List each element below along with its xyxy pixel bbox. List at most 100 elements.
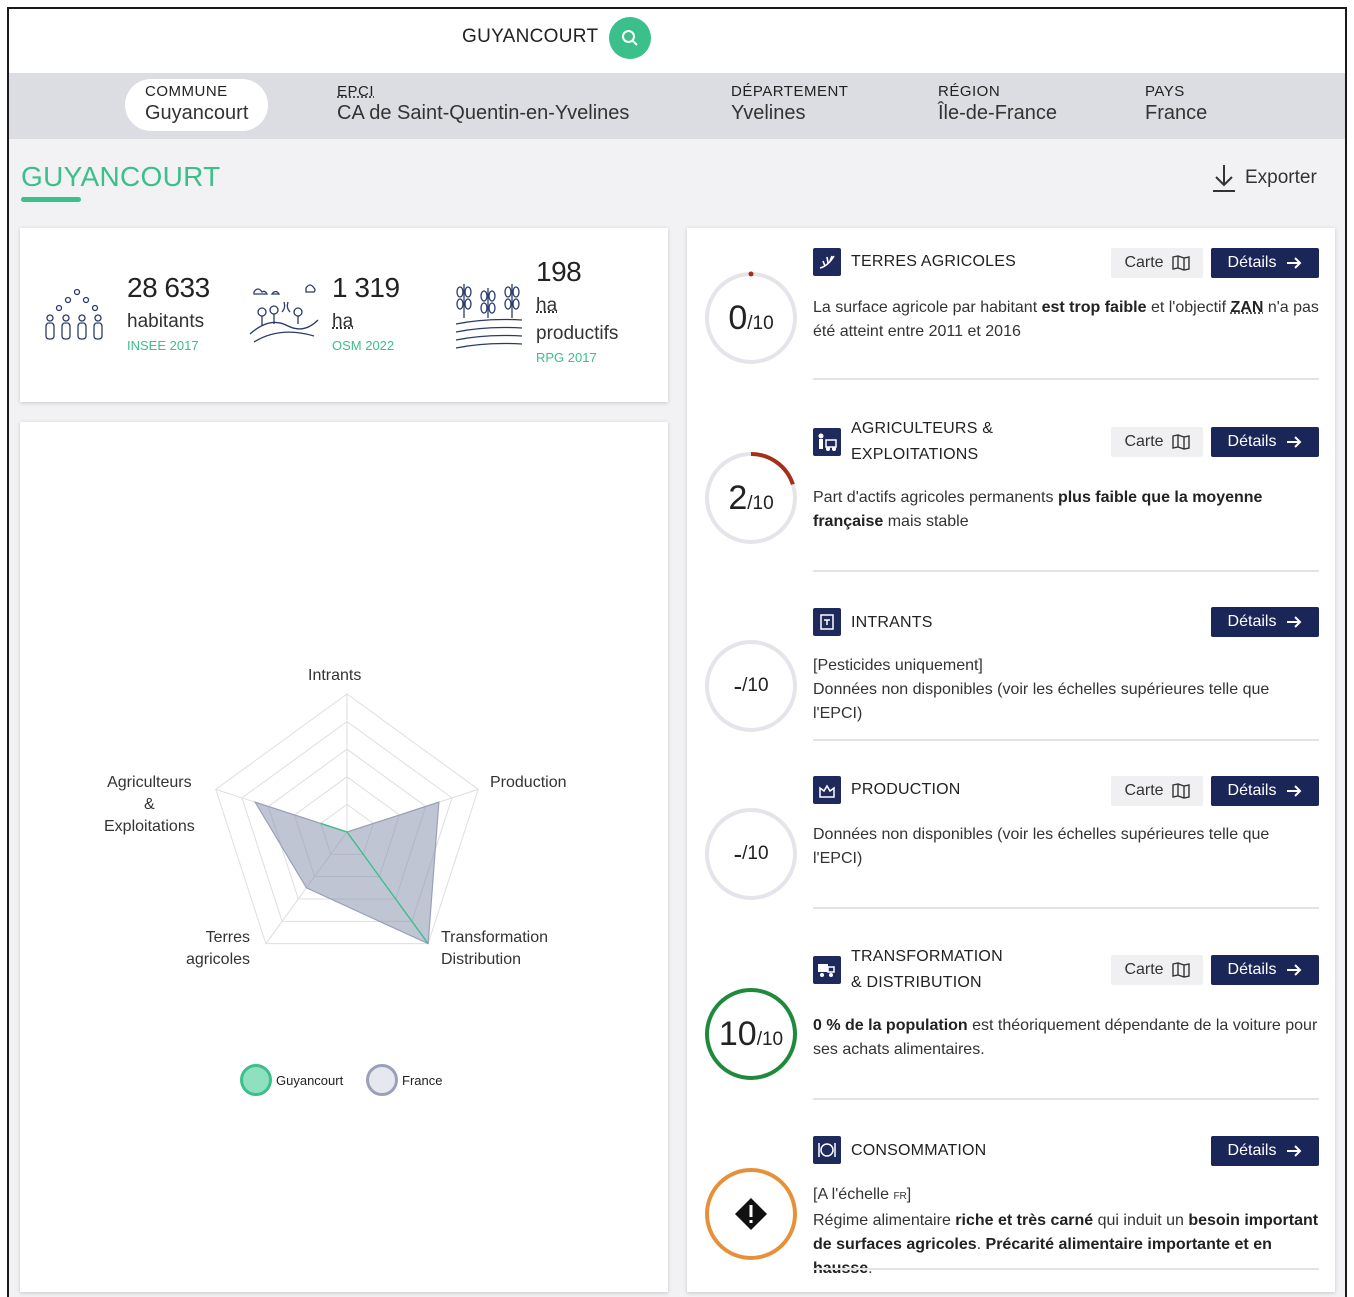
stat-unit-qualifier: productifs bbox=[536, 323, 619, 344]
separator bbox=[813, 907, 1319, 909]
details-label: Détails bbox=[1227, 254, 1277, 271]
export-button[interactable]: Exporter bbox=[1211, 163, 1317, 193]
radar-card: Intrants Production Transformation Distr… bbox=[20, 422, 668, 1292]
scale-value: Guyancourt bbox=[145, 102, 249, 124]
text-emphasis: est trop faible bbox=[1041, 299, 1147, 316]
carte-label: Carte bbox=[1124, 961, 1164, 978]
radar-label-line: Terres bbox=[205, 929, 251, 946]
details-button[interactable]: Détails bbox=[1211, 955, 1319, 985]
map-icon bbox=[1171, 783, 1190, 799]
details-label: Détails bbox=[1227, 613, 1277, 630]
details-label: Détails bbox=[1227, 961, 1277, 978]
arrow-right-icon bbox=[1287, 964, 1302, 976]
text-emphasis: ZAN bbox=[1230, 299, 1264, 316]
download-icon bbox=[1213, 165, 1235, 192]
text-part: . bbox=[976, 1236, 986, 1253]
warning-gauge bbox=[703, 1166, 799, 1262]
score-gauge: 0/10 bbox=[703, 270, 799, 366]
text-part: [A l'échelle bbox=[813, 1186, 894, 1203]
stat-population: 28 633 habitants INSEE 2017 bbox=[127, 272, 210, 353]
radar-label-transformation: Transformation Distribution bbox=[441, 927, 548, 971]
score-value: - bbox=[733, 670, 743, 701]
map-icon bbox=[1171, 962, 1190, 978]
separator bbox=[813, 378, 1319, 380]
carte-button[interactable]: Carte bbox=[1111, 427, 1203, 457]
radar-label-terres: Terres agricoles bbox=[186, 927, 250, 971]
details-button[interactable]: Détails bbox=[1211, 607, 1319, 637]
stat-source: INSEE 2017 bbox=[127, 338, 199, 353]
score-gauge: -/10 bbox=[703, 806, 799, 902]
legend-france[interactable]: France bbox=[366, 1064, 442, 1096]
stat-value: 28 633 bbox=[127, 272, 210, 303]
text-line: [A l'échelle FR] bbox=[813, 1183, 1319, 1209]
warning-diamond-icon bbox=[735, 1198, 767, 1230]
carte-button[interactable]: Carte bbox=[1111, 248, 1203, 278]
carte-button[interactable]: Carte bbox=[1111, 776, 1203, 806]
details-label: Détails bbox=[1227, 782, 1277, 799]
text-part: Régime alimentaire bbox=[813, 1212, 956, 1229]
scale-selector: COMMUNE Guyancourt EPCI CA de Saint-Quen… bbox=[9, 73, 1345, 139]
terres-agricoles-icon bbox=[813, 248, 841, 276]
text-emphasis: 0 % de la population bbox=[813, 1017, 968, 1034]
page-title: GUYANCOURT bbox=[21, 161, 221, 192]
stat-value: 1 319 bbox=[332, 272, 400, 303]
legend-guyancourt[interactable]: Guyancourt bbox=[240, 1064, 343, 1096]
score-value: 0 bbox=[728, 298, 748, 337]
scale-epci[interactable]: EPCI CA de Saint-Quentin-en-Yvelines bbox=[337, 83, 629, 125]
category-title: TERRES AGRICOLES bbox=[851, 253, 1017, 270]
carte-button[interactable]: Carte bbox=[1111, 955, 1203, 985]
population-icon bbox=[45, 288, 103, 340]
score-denominator: /10 bbox=[747, 313, 774, 334]
text-line: Données non disponibles (voir les échell… bbox=[813, 826, 1270, 867]
details-button[interactable]: Détails bbox=[1211, 776, 1319, 806]
scale-value: Île-de-France bbox=[938, 102, 1057, 124]
legend-label: Guyancourt bbox=[276, 1072, 344, 1088]
separator bbox=[813, 570, 1319, 572]
stat-unit: ha bbox=[332, 311, 354, 332]
scale-departement[interactable]: DÉPARTEMENT Yvelines bbox=[731, 83, 848, 125]
map-icon bbox=[1171, 434, 1190, 450]
category-description: Part d'actifs agricoles permanents plus … bbox=[813, 486, 1319, 534]
category-description: [Pesticides uniquement] Données non disp… bbox=[813, 654, 1319, 726]
app-frame: GUYANCOURT COMMUNE Guyancourt EPCI CA de… bbox=[7, 7, 1347, 1297]
score-denominator: /10 bbox=[756, 1029, 784, 1050]
scale-region[interactable]: RÉGION Île-de-France bbox=[938, 83, 1057, 125]
score-denominator: /10 bbox=[742, 843, 769, 864]
scale-label: EPCI bbox=[337, 83, 375, 100]
search-button[interactable] bbox=[609, 17, 651, 59]
production-icon bbox=[813, 776, 841, 804]
stat-surface: 1 319 ha OSM 2022 bbox=[332, 272, 400, 353]
scale-label: RÉGION bbox=[938, 83, 1001, 100]
intrants-icon bbox=[813, 608, 841, 636]
title-line: TRANSFORMATION bbox=[851, 948, 1003, 965]
category-description: La surface agricole par habitant est tro… bbox=[813, 296, 1319, 344]
crops-icon bbox=[455, 284, 523, 349]
radar-label-production: Production bbox=[490, 774, 567, 791]
stat-source: OSM 2022 bbox=[332, 338, 395, 353]
indicators-card: 0/10 TERRES AGRICOLES Carte Détails La s… bbox=[687, 228, 1335, 1292]
text-part: qui induit un bbox=[1093, 1212, 1189, 1229]
details-button[interactable]: Détails bbox=[1211, 1136, 1319, 1166]
details-button[interactable]: Détails bbox=[1211, 427, 1319, 457]
scale-commune[interactable]: COMMUNE Guyancourt bbox=[125, 79, 269, 131]
arrow-right-icon bbox=[1287, 785, 1302, 797]
score-value: - bbox=[733, 838, 743, 869]
scale-label: PAYS bbox=[1145, 83, 1185, 100]
farmer-icon bbox=[813, 428, 841, 456]
details-button[interactable]: Détails bbox=[1211, 248, 1319, 278]
separator bbox=[813, 1098, 1319, 1100]
title-line: & DISTRIBUTION bbox=[851, 974, 982, 991]
text-line: Régime alimentaire riche et très carné q… bbox=[813, 1209, 1319, 1281]
separator bbox=[813, 739, 1319, 741]
transformation-icon bbox=[813, 956, 841, 984]
score-gauge: -/10 bbox=[703, 638, 799, 734]
legend-swatch bbox=[240, 1064, 272, 1096]
radar-label-line: Agriculteurs bbox=[107, 774, 192, 791]
consommation-icon bbox=[813, 1136, 841, 1164]
radar-label-line: Transformation bbox=[441, 929, 548, 946]
radar-label-intrants: Intrants bbox=[308, 667, 362, 684]
scale-value: CA de Saint-Quentin-en-Yvelines bbox=[337, 102, 630, 124]
scale-pays[interactable]: PAYS France bbox=[1145, 83, 1207, 125]
scale-label: COMMUNE bbox=[145, 83, 228, 100]
search-value[interactable]: GUYANCOURT bbox=[462, 26, 598, 48]
